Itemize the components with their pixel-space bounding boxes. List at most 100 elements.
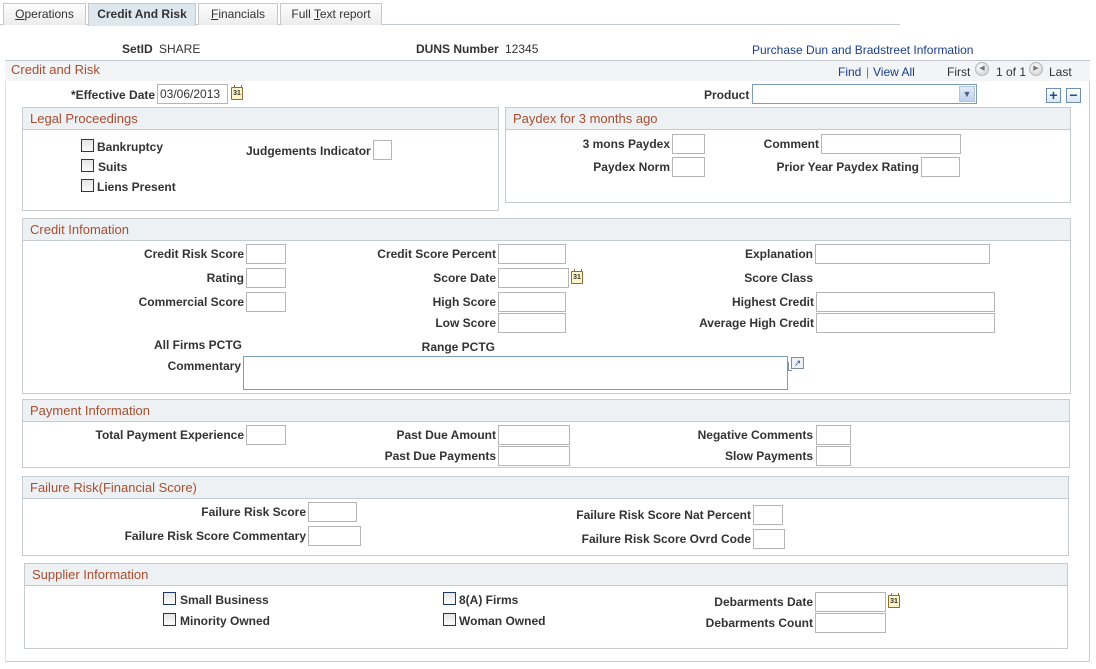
credit-information-header: Credit Infomation (23, 219, 1070, 241)
credit-information-title: Credit Infomation (30, 222, 129, 237)
product-select[interactable]: ▼ (752, 84, 977, 104)
negative-comments-input[interactable] (816, 425, 851, 445)
high-score-label: High Score (432, 295, 496, 309)
legal-proceedings-header: Legal Proceedings (23, 108, 498, 130)
total-payment-experience-input[interactable] (246, 425, 286, 445)
add-row-button[interactable]: + (1046, 88, 1061, 103)
negative-comments-label: Negative Comments (697, 428, 813, 442)
small-business-label: Small Business (180, 593, 269, 607)
credit-and-risk-top-border (5, 60, 1090, 61)
score-date-input[interactable] (498, 268, 569, 288)
liens-present-checkbox[interactable] (81, 179, 94, 192)
credit-and-risk-header-bar (5, 61, 1090, 81)
bankruptcy-checkbox[interactable] (81, 139, 94, 152)
past-due-payments-input[interactable] (498, 446, 570, 466)
slow-payments-label: Slow Payments (724, 449, 813, 463)
paydex-norm-input[interactable] (672, 157, 705, 177)
explanation-label: Explanation (744, 247, 813, 261)
credit-score-percent-label: Credit Score Percent (377, 247, 496, 261)
highest-credit-input[interactable] (816, 292, 995, 312)
score-date-label: Score Date (433, 271, 496, 285)
judgements-indicator-label: Judgements Indicator (246, 144, 371, 158)
tab-operations-label: Operations (15, 7, 74, 21)
failure-risk-score-nat-percent-input[interactable] (753, 505, 783, 525)
score-date-calendar-icon[interactable]: 31 (571, 269, 583, 284)
woman-owned-checkbox[interactable] (443, 613, 456, 626)
commercial-score-label: Commercial Score (138, 295, 244, 309)
first-label: First (947, 65, 971, 79)
chevron-down-icon[interactable]: ▼ (959, 86, 975, 102)
past-due-payments-label: Past Due Payments (384, 449, 496, 463)
duns-number-value: 12345 (505, 42, 539, 56)
tab-financials[interactable]: Financials (198, 3, 278, 25)
purchase-dnb-info-link[interactable]: Purchase Dun and Bradstreet Information (752, 43, 973, 57)
nav-separator: | (866, 65, 870, 79)
rating-input[interactable] (246, 268, 286, 288)
debarments-date-label: Debarments Date (714, 595, 813, 609)
past-due-amount-label: Past Due Amount (396, 428, 496, 442)
debarments-date-calendar-icon[interactable]: 31 (888, 593, 900, 608)
minority-owned-checkbox[interactable] (163, 613, 176, 626)
payment-information-title: Payment Information (30, 403, 150, 418)
effective-date-input[interactable] (157, 84, 228, 104)
tab-financials-label: Financials (210, 7, 266, 21)
minority-owned-label: Minority Owned (180, 614, 270, 628)
debarments-count-label: Debarments Count (705, 616, 813, 630)
slow-payments-input[interactable] (816, 446, 851, 466)
failure-risk-header: Failure Risk(Financial Score) (23, 477, 1068, 499)
commentary-textarea[interactable] (243, 356, 788, 390)
judgements-indicator-input[interactable] (373, 140, 392, 160)
high-score-input[interactable] (498, 292, 566, 312)
row-count: 1 of 1 (996, 65, 1027, 79)
previous-row-icon[interactable]: ◀ (975, 62, 989, 76)
credit-and-risk-title: Credit and Risk (11, 62, 100, 77)
small-business-checkbox[interactable] (163, 592, 176, 605)
view-all-link[interactable]: View All (873, 65, 915, 79)
paydex-norm-label: Paydex Norm (593, 160, 670, 174)
find-link[interactable]: Find (838, 65, 861, 79)
total-payment-experience-label: Total Payment Experience (95, 428, 245, 442)
prior-year-paydex-rating-label: Prior Year Paydex Rating (776, 160, 919, 174)
setid-value: SHARE (159, 42, 201, 56)
product-label: Product (704, 88, 750, 102)
expand-commentary-icon[interactable]: ↗ (788, 357, 804, 371)
mons-paydex-label: 3 mons Paydex (582, 137, 670, 151)
liens-present-label: Liens Present (97, 180, 176, 194)
failure-risk-title: Failure Risk(Financial Score) (30, 480, 197, 495)
suits-checkbox[interactable] (81, 159, 94, 172)
8a-firms-label: 8(A) Firms (459, 593, 519, 607)
tab-credit-and-risk[interactable]: Credit And Risk (88, 3, 196, 26)
low-score-input[interactable] (498, 313, 566, 333)
low-score-label: Low Score (435, 316, 496, 330)
tab-credit-and-risk-label: Credit And Risk (97, 7, 187, 21)
payment-information-header: Payment Information (23, 400, 1069, 422)
failure-risk-score-input[interactable] (308, 502, 357, 522)
effective-date-calendar-icon[interactable]: 31 (231, 85, 243, 100)
rating-label: Rating (206, 271, 244, 285)
paydex-group: Paydex for 3 months ago (505, 107, 1071, 203)
legal-proceedings-title: Legal Proceedings (30, 111, 138, 126)
credit-risk-score-input[interactable] (246, 244, 286, 264)
credit-score-percent-input[interactable] (498, 244, 566, 264)
credit-risk-score-label: Credit Risk Score (143, 247, 244, 261)
tab-full-text-report[interactable]: Full Text report (280, 3, 382, 25)
8a-firms-checkbox[interactable] (443, 592, 456, 605)
failure-risk-score-ovrd-code-input[interactable] (753, 529, 785, 549)
last-label: Last (1049, 65, 1072, 79)
past-due-amount-input[interactable] (498, 425, 570, 445)
setid-label: SetID (122, 42, 153, 56)
average-high-credit-input[interactable] (816, 313, 995, 333)
debarments-date-input[interactable] (815, 592, 886, 612)
tab-operations[interactable]: Operations (3, 3, 86, 25)
next-row-icon[interactable]: ▶ (1029, 62, 1043, 76)
comment-input[interactable] (821, 134, 961, 154)
failure-risk-score-commentary-input[interactable] (308, 526, 361, 546)
failure-risk-score-ovrd-code-label: Failure Risk Score Ovrd Code (581, 532, 751, 546)
explanation-input[interactable] (815, 244, 990, 264)
supplier-information-title: Supplier Information (32, 567, 149, 582)
commercial-score-input[interactable] (246, 292, 286, 312)
prior-year-paydex-rating-input[interactable] (921, 157, 960, 177)
delete-row-button[interactable]: − (1066, 88, 1081, 103)
debarments-count-input[interactable] (815, 613, 886, 633)
woman-owned-label: Woman Owned (459, 614, 546, 628)
